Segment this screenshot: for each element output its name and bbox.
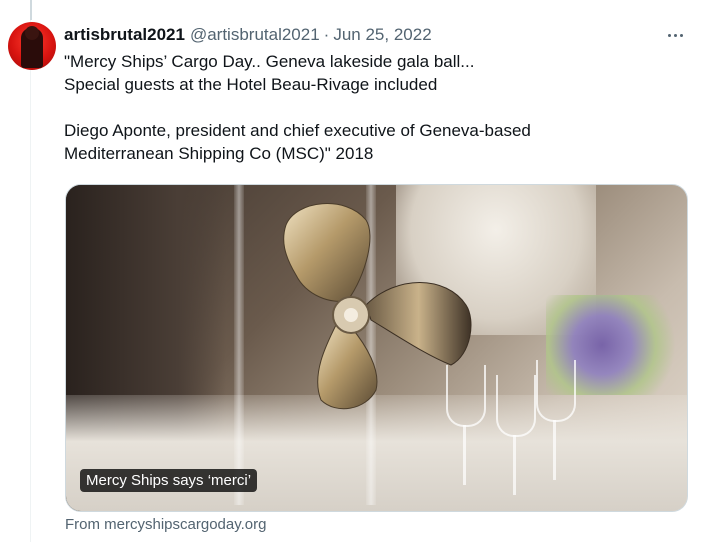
photo-glass-stem <box>513 435 516 495</box>
propeller-sculpture-icon <box>283 203 472 410</box>
media-caption: Mercy Ships says ‘merci’ <box>80 469 258 492</box>
tweet-text: "Mercy Ships’ Cargo Day.. Geneva lakesid… <box>64 50 684 165</box>
more-horizontal-icon-dot <box>679 33 683 37</box>
photo-glass-stem <box>553 420 556 480</box>
thread-connector-line <box>30 0 32 20</box>
tweet-text-line: Diego Aponte, president and chief execut… <box>64 121 531 140</box>
photo-wine-glass <box>496 375 536 437</box>
media-card-image[interactable]: Mercy Ships says ‘merci’ <box>65 184 688 512</box>
thread-border <box>30 0 31 542</box>
user-handle[interactable]: @artisbrutal2021 <box>190 25 320 45</box>
tweet-date[interactable]: Jun 25, 2022 <box>333 25 431 45</box>
tweet-card[interactable]: artisbrutal2021 @artisbrutal2021 · Jun 2… <box>0 0 726 542</box>
more-options-button[interactable] <box>662 24 688 46</box>
more-horizontal-icon <box>667 33 671 37</box>
tweet-header: artisbrutal2021 @artisbrutal2021 · Jun 2… <box>64 24 432 46</box>
media-source-link[interactable]: From mercyshipscargoday.org <box>65 516 266 533</box>
more-horizontal-icon-dot <box>673 33 677 37</box>
tweet-text-blank-line <box>64 96 684 119</box>
photo-wine-glass <box>536 360 576 422</box>
separator-dot: · <box>323 25 330 44</box>
user-avatar[interactable] <box>8 22 56 70</box>
display-name[interactable]: artisbrutal2021 <box>64 25 185 45</box>
tweet-text-line: "Mercy Ships’ Cargo Day.. Geneva lakesid… <box>64 52 475 71</box>
avatar-figure <box>21 26 43 68</box>
tweet-text-line: Special guests at the Hotel Beau-Rivage … <box>64 75 438 94</box>
tweet-text-line: Mediterranean Shipping Co (MSC)" 2018 <box>64 144 374 163</box>
